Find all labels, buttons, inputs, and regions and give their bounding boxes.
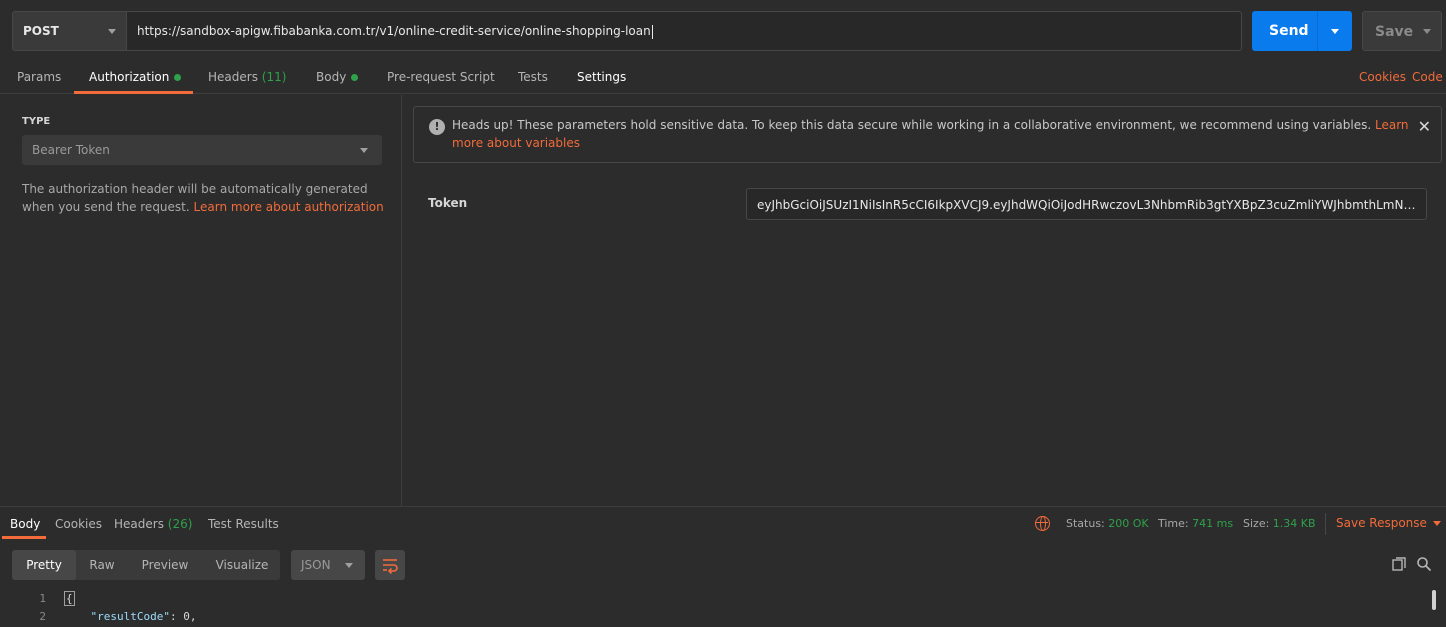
tab-label: Body [10,517,41,531]
save-response-button[interactable]: Save Response [1336,516,1441,530]
status-label: Status: [1066,517,1105,530]
view-preview[interactable]: Preview [130,550,200,580]
url-value: https://sandbox-apigw.fibabanka.com.tr/v… [137,24,651,38]
auth-type-panel: TYPE Bearer Token The authorization head… [0,95,402,506]
tab-params[interactable]: Params [17,70,61,84]
url-input[interactable]: https://sandbox-apigw.fibabanka.com.tr/v… [127,11,1242,51]
json-key: "resultCode" [90,610,170,623]
copy-icon[interactable] [1391,556,1407,572]
code-link[interactable]: Code [1412,70,1443,84]
tab-body[interactable]: Body [316,70,359,84]
view-visualize[interactable]: Visualize [204,550,280,580]
send-divider [1317,11,1318,51]
response-view-switcher: Pretty Raw Preview Visualize [12,550,280,580]
save-options-chevron-icon[interactable] [1423,29,1431,34]
view-pretty[interactable]: Pretty [12,550,76,580]
open-brace: { [64,591,75,606]
banner-text: Heads up! These parameters hold sensitiv… [452,116,1412,152]
auth-type-select[interactable]: Bearer Token [22,135,382,165]
save-response-label: Save Response [1336,516,1427,530]
status-value: 200 OK [1108,517,1149,530]
tab-label: Body [316,70,347,84]
view-raw[interactable]: Raw [76,550,128,580]
tab-pre-request-script[interactable]: Pre-request Script [387,70,495,84]
tab-label: Test Results [208,517,279,531]
tab-label: Params [17,70,62,84]
save-label: Save [1375,24,1414,40]
code-line: "resultCode": 0, [64,610,197,623]
chevron-down-icon [108,29,116,34]
globe-icon[interactable] [1035,516,1050,531]
time-label: Time: [1158,517,1189,530]
tab-authorization[interactable]: Authorization [89,70,182,84]
tab-label: Cookies [55,517,102,531]
response-tab-headers[interactable]: Headers (26) [114,517,192,531]
active-dot-icon [351,74,359,81]
size-value: 1.34 KB [1272,517,1316,530]
line-number: 2 [39,610,46,623]
scrollbar-thumb[interactable] [1432,590,1436,610]
chevron-down-icon [1432,521,1441,526]
token-input[interactable]: eyJhbGciOiJSUzI1NiIsInR5cCI6IkpXVCJ9.eyJ… [746,188,1427,220]
active-tab-underline [74,91,193,94]
tab-headers[interactable]: Headers (11) [208,70,286,84]
format-value: JSON [301,558,331,572]
size-readout: Size: 1.34 KB [1243,517,1316,530]
learn-more-authorization-link[interactable]: Learn more about authorization [194,200,384,214]
type-label: TYPE [22,116,51,127]
tab-label: Pre-request Script [387,70,495,84]
time-value: 741 ms [1192,517,1234,530]
response-tabs: Body Cookies Headers (26) Test Results S… [0,507,1446,541]
response-tab-body[interactable]: Body [10,517,40,531]
format-select[interactable]: JSON [291,550,365,580]
tab-tests[interactable]: Tests [518,70,548,84]
tab-label: Tests [518,70,548,84]
code-line: { [64,591,75,606]
line-number: 1 [39,592,46,605]
request-bar: POST https://sandbox-apigw.fibabanka.com… [12,11,1446,51]
cookies-link[interactable]: Cookies [1359,70,1406,84]
tab-label: Headers [208,70,258,84]
wrap-lines-button[interactable] [375,550,405,580]
auth-description: The authorization header will be automat… [22,180,387,216]
tab-label: Settings [577,70,627,84]
text-caret [651,24,653,39]
wrap-lines-icon [383,559,398,574]
send-button[interactable]: Send [1252,11,1352,51]
tab-label: Authorization [89,70,170,84]
tab-settings[interactable]: Settings [577,70,626,84]
send-label: Send [1269,23,1309,39]
headers-count: (11) [261,70,287,84]
save-button[interactable]: Save [1362,11,1442,51]
response-code-editor[interactable]: 1 { 2 "resultCode": 0, [0,588,1446,627]
chevron-down-icon [360,148,368,153]
tab-label: Headers [114,517,164,531]
response-tab-test-results[interactable]: Test Results [208,517,279,531]
sensitive-data-banner: ! Heads up! These parameters hold sensit… [413,106,1442,163]
method-select[interactable]: POST [12,11,127,51]
status-readout: Status: 200 OK [1066,517,1149,530]
search-icon[interactable] [1416,556,1432,572]
method-value: POST [23,24,59,38]
auth-type-value: Bearer Token [32,143,110,157]
json-value: : 0, [169,610,197,623]
size-label: Size: [1243,517,1270,530]
banner-message: Heads up! These parameters hold sensitiv… [452,118,1372,132]
active-dot-icon [174,74,182,81]
token-label: Token [428,196,468,210]
send-options-chevron-icon[interactable] [1331,29,1339,34]
active-response-tab-underline [2,536,46,539]
request-tabs: Params Authorization Headers (11) Body P… [0,62,1446,94]
close-icon[interactable]: ✕ [1418,117,1431,136]
warning-icon: ! [429,119,445,135]
divider [1325,513,1326,535]
response-headers-count: (26) [167,517,193,531]
response-tab-cookies[interactable]: Cookies [55,517,102,531]
chevron-down-icon [345,563,353,568]
time-readout: Time: 741 ms [1158,517,1233,530]
